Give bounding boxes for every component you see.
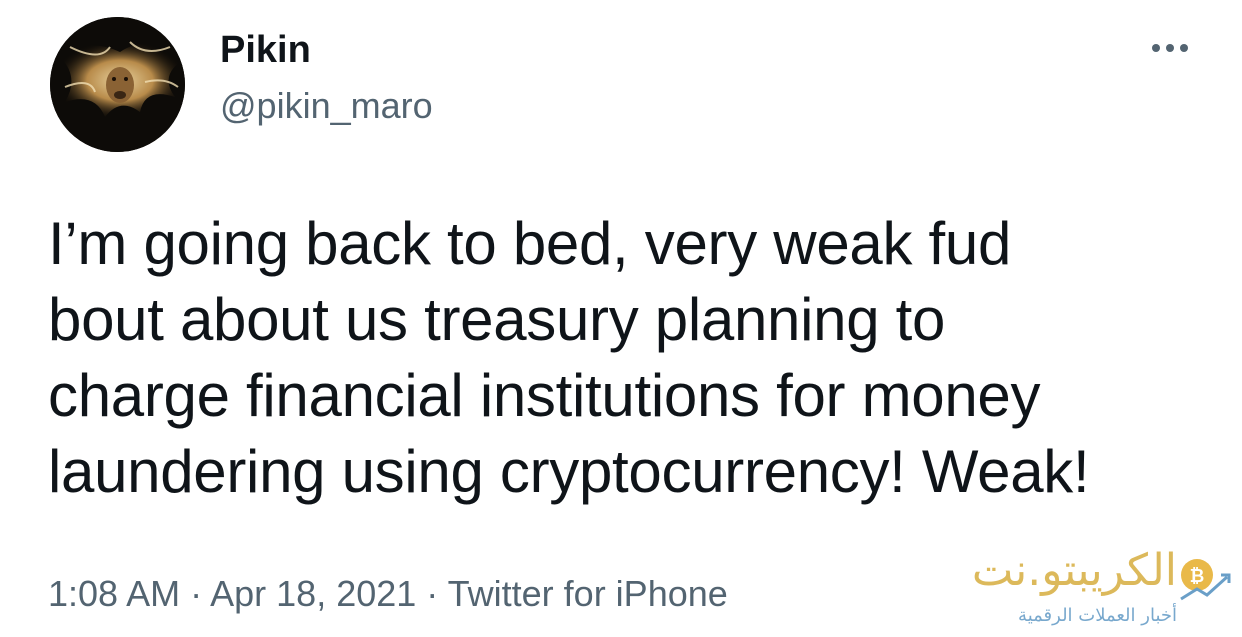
avatar-image (50, 17, 185, 152)
tweet-card: Pikin @pikin_maro I’m going back to bed,… (0, 0, 1242, 637)
tweet-text-line: laundering using cryptocurrency! Weak! (48, 438, 1090, 505)
lion-avatar-icon[interactable] (50, 17, 185, 152)
tweet-text-line: bout about us treasury planning to (48, 286, 946, 353)
tweet-time[interactable]: 1:08 AM (48, 573, 180, 614)
meta-separator: · (426, 573, 439, 614)
svg-text:₿: ₿ (1190, 566, 1205, 587)
watermark-subtitle: أخبار العملات الرقمية (1018, 605, 1177, 626)
user-handle[interactable]: @pikin_maro (220, 84, 433, 128)
display-name[interactable]: Pikin (220, 28, 311, 72)
tweet-text-line: charge financial institutions for money (48, 362, 1041, 429)
tweet-source[interactable]: Twitter for iPhone (448, 573, 728, 614)
bitcoin-chart-icon: ₿ (1180, 559, 1231, 601)
tweet-text-line: I’m going back to bed, very weak fud (48, 210, 1012, 277)
tweet-text: I’m going back to bed, very weak fud bou… (48, 206, 1208, 510)
tweet-date[interactable]: Apr 18, 2021 (210, 573, 416, 614)
watermark: الكريبتو.نت أخبار العملات الرقمية ₿ (905, 545, 1235, 635)
meta-separator: · (190, 573, 203, 614)
tweet-meta: 1:08 AM · Apr 18, 2021 · Twitter for iPh… (48, 572, 728, 616)
more-dot (1166, 44, 1174, 52)
more-horizontal-icon[interactable] (1140, 33, 1200, 63)
watermark-title: الكريبتو.نت (971, 545, 1177, 596)
more-dot (1180, 44, 1188, 52)
more-dot (1152, 44, 1160, 52)
